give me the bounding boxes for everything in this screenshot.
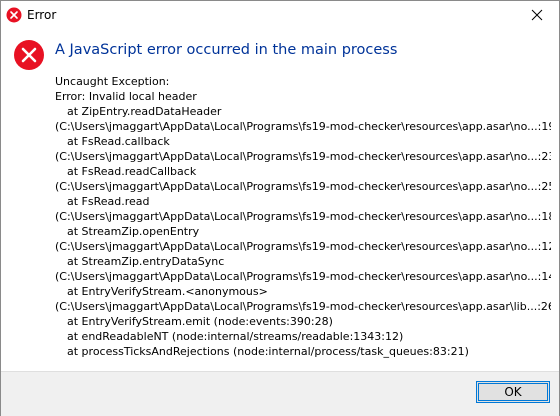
button-bar: OK	[1, 371, 559, 416]
detail-line: at StreamZip.entryDataSync	[67, 255, 225, 268]
detail-line: at FsRead.callback	[67, 135, 170, 148]
error-dialog: Error A JavaScript error occurred in the…	[0, 0, 560, 416]
detail-line: at FsRead.read	[67, 195, 150, 208]
close-button[interactable]	[515, 1, 559, 29]
error-icon	[13, 39, 45, 71]
title-bar: Error	[1, 1, 559, 29]
detail-line: (C:\Users\jmaggart\AppData\Local\Program…	[55, 120, 551, 133]
detail-line: at EntryVerifyStream.emit (node:events:3…	[67, 315, 333, 328]
detail-line: (C:\Users\jmaggart\AppData\Local\Program…	[55, 180, 551, 193]
detail-line: at endReadableNT (node:internal/streams/…	[67, 330, 404, 343]
detail-line: at EntryVerifyStream.<anonymous>	[67, 285, 268, 298]
detail-line: Uncaught Exception:	[55, 75, 170, 88]
detail-line: at FsRead.readCallback	[67, 165, 197, 178]
detail-line: (C:\Users\jmaggart\AppData\Local\Program…	[55, 270, 551, 283]
detail-line: at StreamZip.openEntry	[67, 225, 200, 238]
error-details: Uncaught Exception: Error: Invalid local…	[55, 74, 551, 359]
detail-line: (C:\Users\jmaggart\AppData\Local\Program…	[55, 150, 551, 163]
window-title: Error	[27, 8, 57, 22]
close-icon	[531, 6, 543, 25]
detail-line: at processTicksAndRejections (node:inter…	[67, 345, 469, 358]
detail-line: (C:\Users\jmaggart\AppData\Local\Program…	[55, 210, 551, 223]
detail-line: (C:\Users\jmaggart\AppData\Local\Program…	[55, 300, 551, 313]
detail-line: Error: Invalid local header	[55, 90, 197, 103]
error-icon	[6, 7, 22, 23]
detail-line: at ZipEntry.readDataHeader	[67, 105, 222, 118]
detail-line: (C:\Users\jmaggart\AppData\Local\Program…	[55, 240, 551, 253]
ok-button[interactable]: OK	[476, 381, 550, 403]
error-heading: A JavaScript error occurred in the main …	[55, 42, 398, 58]
dialog-content: A JavaScript error occurred in the main …	[1, 29, 559, 371]
